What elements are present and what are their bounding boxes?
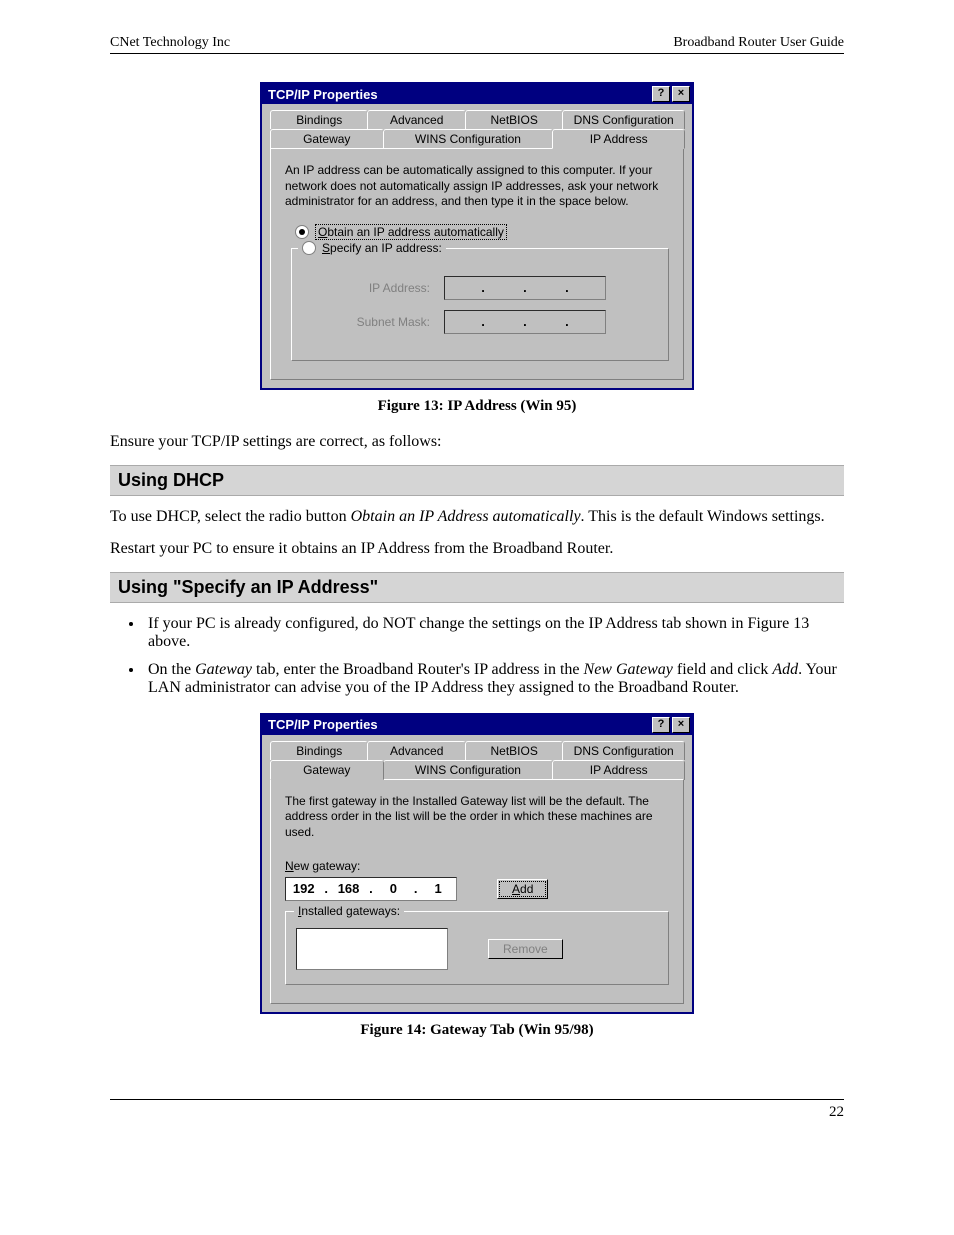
- subnet-mask-input[interactable]: ...: [444, 310, 606, 334]
- panel-description: An IP address can be automatically assig…: [285, 163, 669, 210]
- tab-ipaddress[interactable]: IP Address: [552, 129, 685, 149]
- ip-address-input[interactable]: ...: [444, 276, 606, 300]
- tab-dns[interactable]: DNS Configuration: [562, 110, 685, 129]
- tab-strip: Bindings Advanced NetBIOS DNS Configurat…: [262, 104, 692, 149]
- radio-obtain-label: btain an IP address automatically: [327, 225, 504, 239]
- body-text-1: Ensure your TCP/IP settings are correct,…: [110, 433, 844, 451]
- close-icon[interactable]: ×: [672, 86, 690, 102]
- ip-address-label: IP Address:: [330, 281, 430, 295]
- tab-netbios[interactable]: NetBIOS: [465, 741, 563, 760]
- dialog-title: TCP/IP Properties: [268, 87, 378, 102]
- radio-specify-label[interactable]: Specify an IP address:: [322, 241, 442, 255]
- bullet-list: If your PC is already configured, do NOT…: [110, 615, 844, 697]
- installed-gateways-list[interactable]: [296, 928, 448, 970]
- heading-using-dhcp: Using DHCP: [110, 465, 844, 496]
- installed-gateways-label: Installed gateways:: [294, 904, 404, 918]
- add-button[interactable]: Add: [497, 879, 548, 899]
- ip-address-panel: An IP address can be automatically assig…: [270, 148, 684, 380]
- tab-wins[interactable]: WINS Configuration: [383, 760, 554, 780]
- help-icon[interactable]: ?: [652, 717, 670, 733]
- radio-obtain-auto[interactable]: Obtain an IP address automatically: [295, 224, 669, 240]
- tab-advanced[interactable]: Advanced: [367, 741, 465, 760]
- installed-gateways-group: Installed gateways: Remove: [285, 911, 669, 985]
- tab-wins[interactable]: WINS Configuration: [383, 129, 554, 149]
- panel-description: The first gateway in the Installed Gatew…: [285, 794, 669, 841]
- header-rule: [110, 53, 844, 54]
- radio-icon[interactable]: [302, 241, 316, 255]
- new-gateway-input[interactable]: 192. 168. 0. 1: [285, 877, 457, 901]
- remove-button[interactable]: Remove: [488, 939, 563, 959]
- body-text-2: To use DHCP, select the radio button Obt…: [110, 508, 844, 526]
- new-gateway-label: New gateway:: [285, 859, 669, 873]
- titlebar: TCP/IP Properties ? ×: [262, 715, 692, 735]
- tcpip-properties-dialog-1: TCP/IP Properties ? × Bindings Advanced …: [260, 82, 694, 390]
- body-text-3: Restart your PC to ensure it obtains an …: [110, 540, 844, 558]
- specify-ip-group: Specify an IP address: IP Address: ... S…: [291, 248, 669, 361]
- figure-14-caption: Figure 14: Gateway Tab (Win 95/98): [110, 1022, 844, 1039]
- tab-bindings[interactable]: Bindings: [270, 110, 368, 129]
- tab-advanced[interactable]: Advanced: [367, 110, 465, 129]
- dialog-title: TCP/IP Properties: [268, 717, 378, 732]
- close-icon[interactable]: ×: [672, 717, 690, 733]
- titlebar: TCP/IP Properties ? ×: [262, 84, 692, 104]
- help-icon[interactable]: ?: [652, 86, 670, 102]
- tab-ipaddress[interactable]: IP Address: [552, 760, 685, 780]
- footer-rule: [110, 1099, 844, 1100]
- tab-dns[interactable]: DNS Configuration: [562, 741, 685, 760]
- header-left: CNet Technology Inc: [110, 35, 230, 51]
- tab-gateway[interactable]: Gateway: [270, 760, 384, 780]
- tab-bindings[interactable]: Bindings: [270, 741, 368, 760]
- tcpip-properties-dialog-2: TCP/IP Properties ? × Bindings Advanced …: [260, 713, 694, 1014]
- heading-specify-ip: Using "Specify an IP Address": [110, 572, 844, 603]
- gateway-panel: The first gateway in the Installed Gatew…: [270, 779, 684, 1004]
- radio-icon: [295, 225, 309, 239]
- tab-gateway[interactable]: Gateway: [270, 129, 384, 149]
- page-number: 22: [110, 1104, 844, 1121]
- subnet-mask-label: Subnet Mask:: [330, 315, 430, 329]
- bullet-1: If your PC is already configured, do NOT…: [144, 615, 844, 651]
- page-header: CNet Technology Inc Broadband Router Use…: [110, 35, 844, 51]
- bullet-2: On the Gateway tab, enter the Broadband …: [144, 661, 844, 697]
- figure-13-caption: Figure 13: IP Address (Win 95): [110, 398, 844, 415]
- tab-strip: Bindings Advanced NetBIOS DNS Configurat…: [262, 735, 692, 780]
- tab-netbios[interactable]: NetBIOS: [465, 110, 563, 129]
- header-right: Broadband Router User Guide: [673, 35, 844, 51]
